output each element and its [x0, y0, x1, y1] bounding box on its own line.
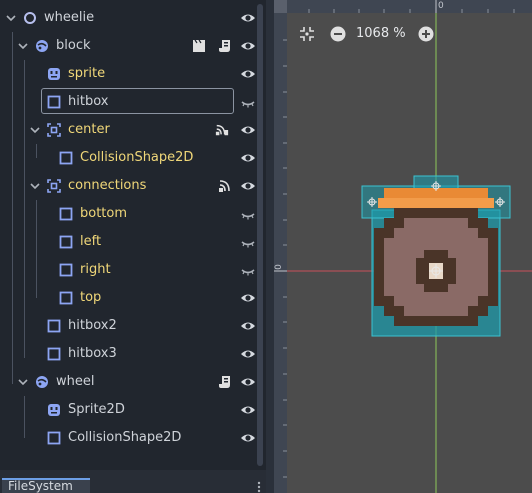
collision-shape-icon: [59, 291, 73, 305]
tree-row-wheelie[interactable]: wheelie: [0, 4, 256, 32]
sprite-icon: [48, 404, 60, 416]
tree-row-label: wheel: [56, 374, 95, 389]
block-sprite-bottom: [378, 198, 494, 208]
tree-row-label: right: [80, 262, 111, 277]
collapse-arrow-icon[interactable]: [30, 181, 40, 191]
tab-filesystem-label: FileSystem: [8, 479, 73, 493]
tree-row-label: hitbox2: [68, 318, 117, 333]
tree-row-top[interactable]: top: [0, 284, 256, 312]
ruler-left-origin: 0: [274, 264, 284, 270]
tree-row-label: block: [56, 38, 91, 53]
tree-row-right[interactable]: right: [0, 256, 256, 284]
tree-row-label: Sprite2D: [68, 402, 125, 417]
ruler-horizontal[interactable]: 0: [274, 0, 532, 13]
collision-shape-icon: [47, 95, 61, 109]
area2d-icon: [47, 123, 61, 137]
rigidbody-icon: [36, 40, 48, 52]
tree-row-label: wheelie: [44, 10, 95, 25]
tree-row-wheel[interactable]: wheel: [0, 368, 256, 396]
tree-row-hitbox2[interactable]: hitbox2: [0, 312, 256, 340]
collapse-arrow-icon[interactable]: [30, 125, 40, 135]
scene-tree-panel: wheelie block sprite hitbox center Colli…: [0, 0, 266, 470]
sprite-icon: [48, 68, 60, 80]
collision-shape-icon: [59, 151, 73, 165]
collapse-arrow-icon[interactable]: [18, 377, 28, 387]
ruler-corner: [274, 0, 287, 13]
viewport-canvas: [287, 13, 532, 493]
visibility-eye-icon[interactable]: [240, 11, 256, 25]
tree-row-connections[interactable]: connections: [0, 172, 256, 200]
collision-shape-icon: [59, 207, 73, 221]
tree-row-label: center: [68, 122, 110, 137]
tree-row-bottom[interactable]: bottom: [0, 200, 256, 228]
visibility-eye-icon[interactable]: [240, 431, 256, 445]
visibility-eye-icon[interactable]: [240, 319, 256, 333]
tree-row-sprite[interactable]: sprite: [0, 60, 256, 88]
visibility-eye-icon[interactable]: [240, 123, 256, 137]
visibility-eye-icon[interactable]: [240, 151, 256, 165]
tree-row-label: hitbox3: [68, 346, 117, 361]
tree-row-sprite2d[interactable]: Sprite2D: [0, 396, 256, 424]
tree-row-label: CollisionShape2D: [80, 150, 194, 165]
tree-row-block[interactable]: block: [0, 32, 256, 60]
tree-row-center[interactable]: center: [0, 116, 256, 144]
collision-shape-icon: [47, 319, 61, 333]
collapse-arrow-icon[interactable]: [6, 13, 16, 23]
visibility-eye-icon[interactable]: [240, 39, 256, 53]
tree-row-label: sprite: [68, 66, 106, 81]
node-icon: [24, 12, 36, 24]
rigidbody-icon: [36, 376, 48, 388]
zoom-level-label[interactable]: 1068 %: [356, 25, 406, 43]
hidden-eye-icon[interactable]: [240, 95, 256, 109]
visibility-eye-icon[interactable]: [240, 179, 256, 193]
tree-row-label: bottom: [80, 206, 128, 221]
ruler-top-origin: 0: [438, 1, 444, 11]
zoom-in-icon[interactable]: [417, 25, 435, 43]
tree-row-collisionshape2d-wheel[interactable]: CollisionShape2D: [0, 424, 256, 452]
tree-row-label: CollisionShape2D: [68, 430, 182, 445]
script-icon[interactable]: [218, 375, 232, 389]
visibility-eye-icon[interactable]: [240, 347, 256, 361]
tree-row-collisionshape2d[interactable]: CollisionShape2D: [0, 144, 256, 172]
signals-icon[interactable]: [218, 179, 232, 193]
area2d-icon: [47, 179, 61, 193]
zoom-out-icon[interactable]: [329, 25, 347, 43]
collapse-arrow-icon[interactable]: [18, 41, 28, 51]
collision-shape-icon: [59, 235, 73, 249]
visibility-eye-icon[interactable]: [240, 403, 256, 417]
ruler-vertical[interactable]: 0: [274, 0, 287, 493]
zoom-toolbar: 1068 %: [298, 24, 438, 44]
canvas-viewport[interactable]: 0 0 1068 %: [274, 0, 532, 493]
tree-row-label: top: [80, 290, 102, 305]
instance-scene-icon[interactable]: [192, 39, 206, 53]
tree-row-left[interactable]: left: [0, 228, 256, 256]
tab-filesystem[interactable]: FileSystem: [2, 478, 90, 493]
hidden-eye-icon[interactable]: [240, 207, 256, 221]
tree-scrollbar[interactable]: [257, 4, 263, 466]
tree-row-hitbox3[interactable]: hitbox3: [0, 340, 256, 368]
center-view-icon[interactable]: [298, 25, 316, 43]
panel-splitter[interactable]: [266, 0, 274, 493]
collision-shape-icon: [47, 431, 61, 445]
hidden-eye-icon[interactable]: [240, 263, 256, 277]
visibility-eye-icon[interactable]: [240, 375, 256, 389]
signals-icon[interactable]: [215, 123, 229, 137]
visibility-eye-icon[interactable]: [240, 67, 256, 81]
tree-row-label: left: [80, 234, 102, 249]
tree-row-hitbox[interactable]: hitbox: [0, 88, 256, 116]
collision-shape-icon: [59, 263, 73, 277]
hidden-eye-icon[interactable]: [240, 235, 256, 249]
tree-row-label: connections: [68, 178, 147, 193]
visibility-eye-icon[interactable]: [240, 291, 256, 305]
collision-shape-icon: [47, 347, 61, 361]
dock-menu-icon[interactable]: [257, 481, 261, 493]
tree-row-label: hitbox: [68, 94, 109, 109]
script-icon[interactable]: [218, 39, 232, 53]
